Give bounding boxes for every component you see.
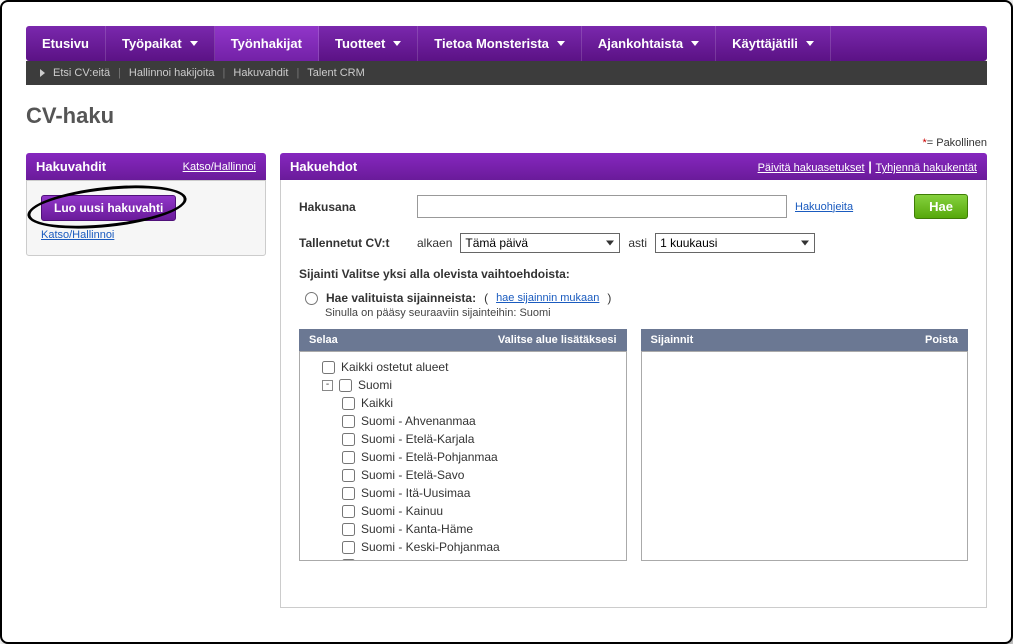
triangle-right-icon [40, 69, 45, 77]
sub-nav: Etsi CV:eitä | Hallinnoi hakijoita | Hak… [26, 61, 987, 85]
hakuvahdit-header: Hakuvahdit Katso/Hallinnoi [26, 153, 266, 180]
from-label: alkaen [417, 236, 452, 250]
chevron-down-icon [190, 41, 198, 46]
hakuvahdit-title: Hakuvahdit [36, 159, 106, 174]
nav-työpaikat[interactable]: Työpaikat [106, 26, 215, 61]
search-panel-header: Hakuehdot Päivitä hakuasetukset | Tyhjen… [280, 153, 987, 180]
tree-label: Suomi - Keski-Pohjanmaa [361, 540, 500, 554]
tree-checkbox[interactable] [342, 541, 355, 554]
tree-checkbox[interactable] [342, 559, 355, 562]
tree-row[interactable]: Suomi - Kainuu [308, 502, 618, 520]
tree-label: Kaikki [361, 396, 393, 410]
browse-list[interactable]: Kaikki ostetut alueet- Suomi Kaikki Suomi -… [299, 351, 627, 561]
view-all-link[interactable]: Katso/Hallinnoi [41, 229, 251, 241]
tree-row[interactable]: Suomi - Keski-Pohjanmaa [308, 538, 618, 556]
nav-tietoa monsterista[interactable]: Tietoa Monsterista [418, 26, 582, 61]
chevron-down-icon [393, 41, 401, 46]
tree-checkbox[interactable] [342, 433, 355, 446]
tree-label: Suomi - Etelä-Pohjanmaa [361, 450, 498, 464]
stored-cv-label: Tallennetut CV:t [299, 236, 409, 250]
top-nav: EtusivuTyöpaikatTyönhakijatTuotteetTieto… [26, 26, 987, 61]
from-select[interactable]: Tämä päivä [460, 233, 620, 253]
tree-checkbox[interactable] [342, 415, 355, 428]
tree-label: Suomi - Etelä-Karjala [361, 432, 474, 446]
subnav-item[interactable]: Talent CRM [307, 67, 364, 79]
location-heading: Sijainti Valitse yksi alla olevista vaih… [299, 267, 968, 281]
nav-ajankohtaista[interactable]: Ajankohtaista [582, 26, 716, 61]
tree-label: Suomi [358, 378, 392, 392]
location-radio-label: Hae valituista sijainneista: [326, 291, 476, 305]
subnav-item[interactable]: Hallinnoi hakijoita [129, 67, 215, 79]
tree-label: Kaikki ostetut alueet [341, 360, 448, 374]
keyword-label: Hakusana [299, 200, 409, 214]
page-title: CV-haku [26, 103, 987, 129]
tree-checkbox[interactable] [342, 487, 355, 500]
chevron-down-icon [806, 41, 814, 46]
tree-label: Suomi - Keski-Suomi [361, 558, 473, 561]
browse-list-header: Selaa Valitse alue lisätäksesi [299, 329, 627, 351]
subnav-item[interactable]: Etsi CV:eitä [53, 67, 110, 79]
subnav-item[interactable]: Hakuvahdit [233, 67, 288, 79]
chevron-down-icon [691, 41, 699, 46]
tree-label: Suomi - Ahvenanmaa [361, 414, 476, 428]
tree-label: Suomi - Itä-Uusimaa [361, 486, 470, 500]
create-agent-button[interactable]: Luo uusi hakuvahti [41, 195, 176, 221]
hakuvahdit-manage-link[interactable]: Katso/Hallinnoi [183, 161, 256, 173]
tree-checkbox[interactable] [342, 451, 355, 464]
tree-label: Suomi - Etelä-Savo [361, 468, 464, 482]
search-help-link[interactable]: Hakuohjeita [795, 201, 853, 213]
update-settings-link[interactable]: Päivitä hakuasetukset [758, 162, 865, 174]
tree-label: Suomi - Kanta-Häme [361, 522, 473, 536]
tree-checkbox[interactable] [342, 523, 355, 536]
tree-row[interactable]: Kaikki ostetut alueet [308, 358, 618, 376]
search-panel-title: Hakuehdot [290, 159, 357, 174]
tree-checkbox[interactable] [342, 469, 355, 482]
clear-fields-link[interactable]: Tyhjennä hakukentät [875, 162, 977, 174]
to-label: asti [628, 236, 647, 250]
keyword-input[interactable] [417, 195, 787, 218]
tree-row[interactable]: Kaikki [308, 394, 618, 412]
chevron-down-icon [557, 41, 565, 46]
tree-row[interactable]: Suomi - Keski-Suomi [308, 556, 618, 561]
tree-checkbox[interactable] [322, 361, 335, 374]
nav-tuotteet[interactable]: Tuotteet [319, 26, 418, 61]
location-radio[interactable] [305, 292, 318, 305]
tree-row[interactable]: Suomi - Kanta-Häme [308, 520, 618, 538]
chosen-list-header: Sijainnit Poista [641, 329, 969, 351]
tree-row[interactable]: Suomi - Etelä-Karjala [308, 430, 618, 448]
tree-checkbox[interactable] [342, 505, 355, 518]
nav-työnhakijat[interactable]: Työnhakijat [215, 26, 319, 61]
chosen-list[interactable] [641, 351, 969, 561]
nav-etusivu[interactable]: Etusivu [26, 26, 106, 61]
tree-row[interactable]: Suomi - Etelä-Pohjanmaa [308, 448, 618, 466]
tree-row[interactable]: Suomi - Ahvenanmaa [308, 412, 618, 430]
required-legend: *= Pakollinen [26, 137, 987, 149]
search-by-location-link[interactable]: hae sijainnin mukaan [496, 292, 599, 304]
tree-row[interactable]: Suomi - Itä-Uusimaa [308, 484, 618, 502]
tree-row[interactable]: Suomi - Etelä-Savo [308, 466, 618, 484]
location-access-hint: Sinulla on pääsy seuraaviin sijainteihin… [325, 307, 968, 319]
search-button[interactable]: Hae [914, 194, 968, 219]
tree-label: Suomi - Kainuu [361, 504, 443, 518]
to-select[interactable]: 1 kuukausi [655, 233, 815, 253]
tree-checkbox[interactable] [342, 397, 355, 410]
tree-checkbox[interactable] [339, 379, 352, 392]
tree-row[interactable]: - Suomi [308, 376, 618, 394]
tree-expander-icon[interactable]: - [322, 380, 333, 391]
nav-käyttäjätili[interactable]: Käyttäjätili [716, 26, 831, 61]
